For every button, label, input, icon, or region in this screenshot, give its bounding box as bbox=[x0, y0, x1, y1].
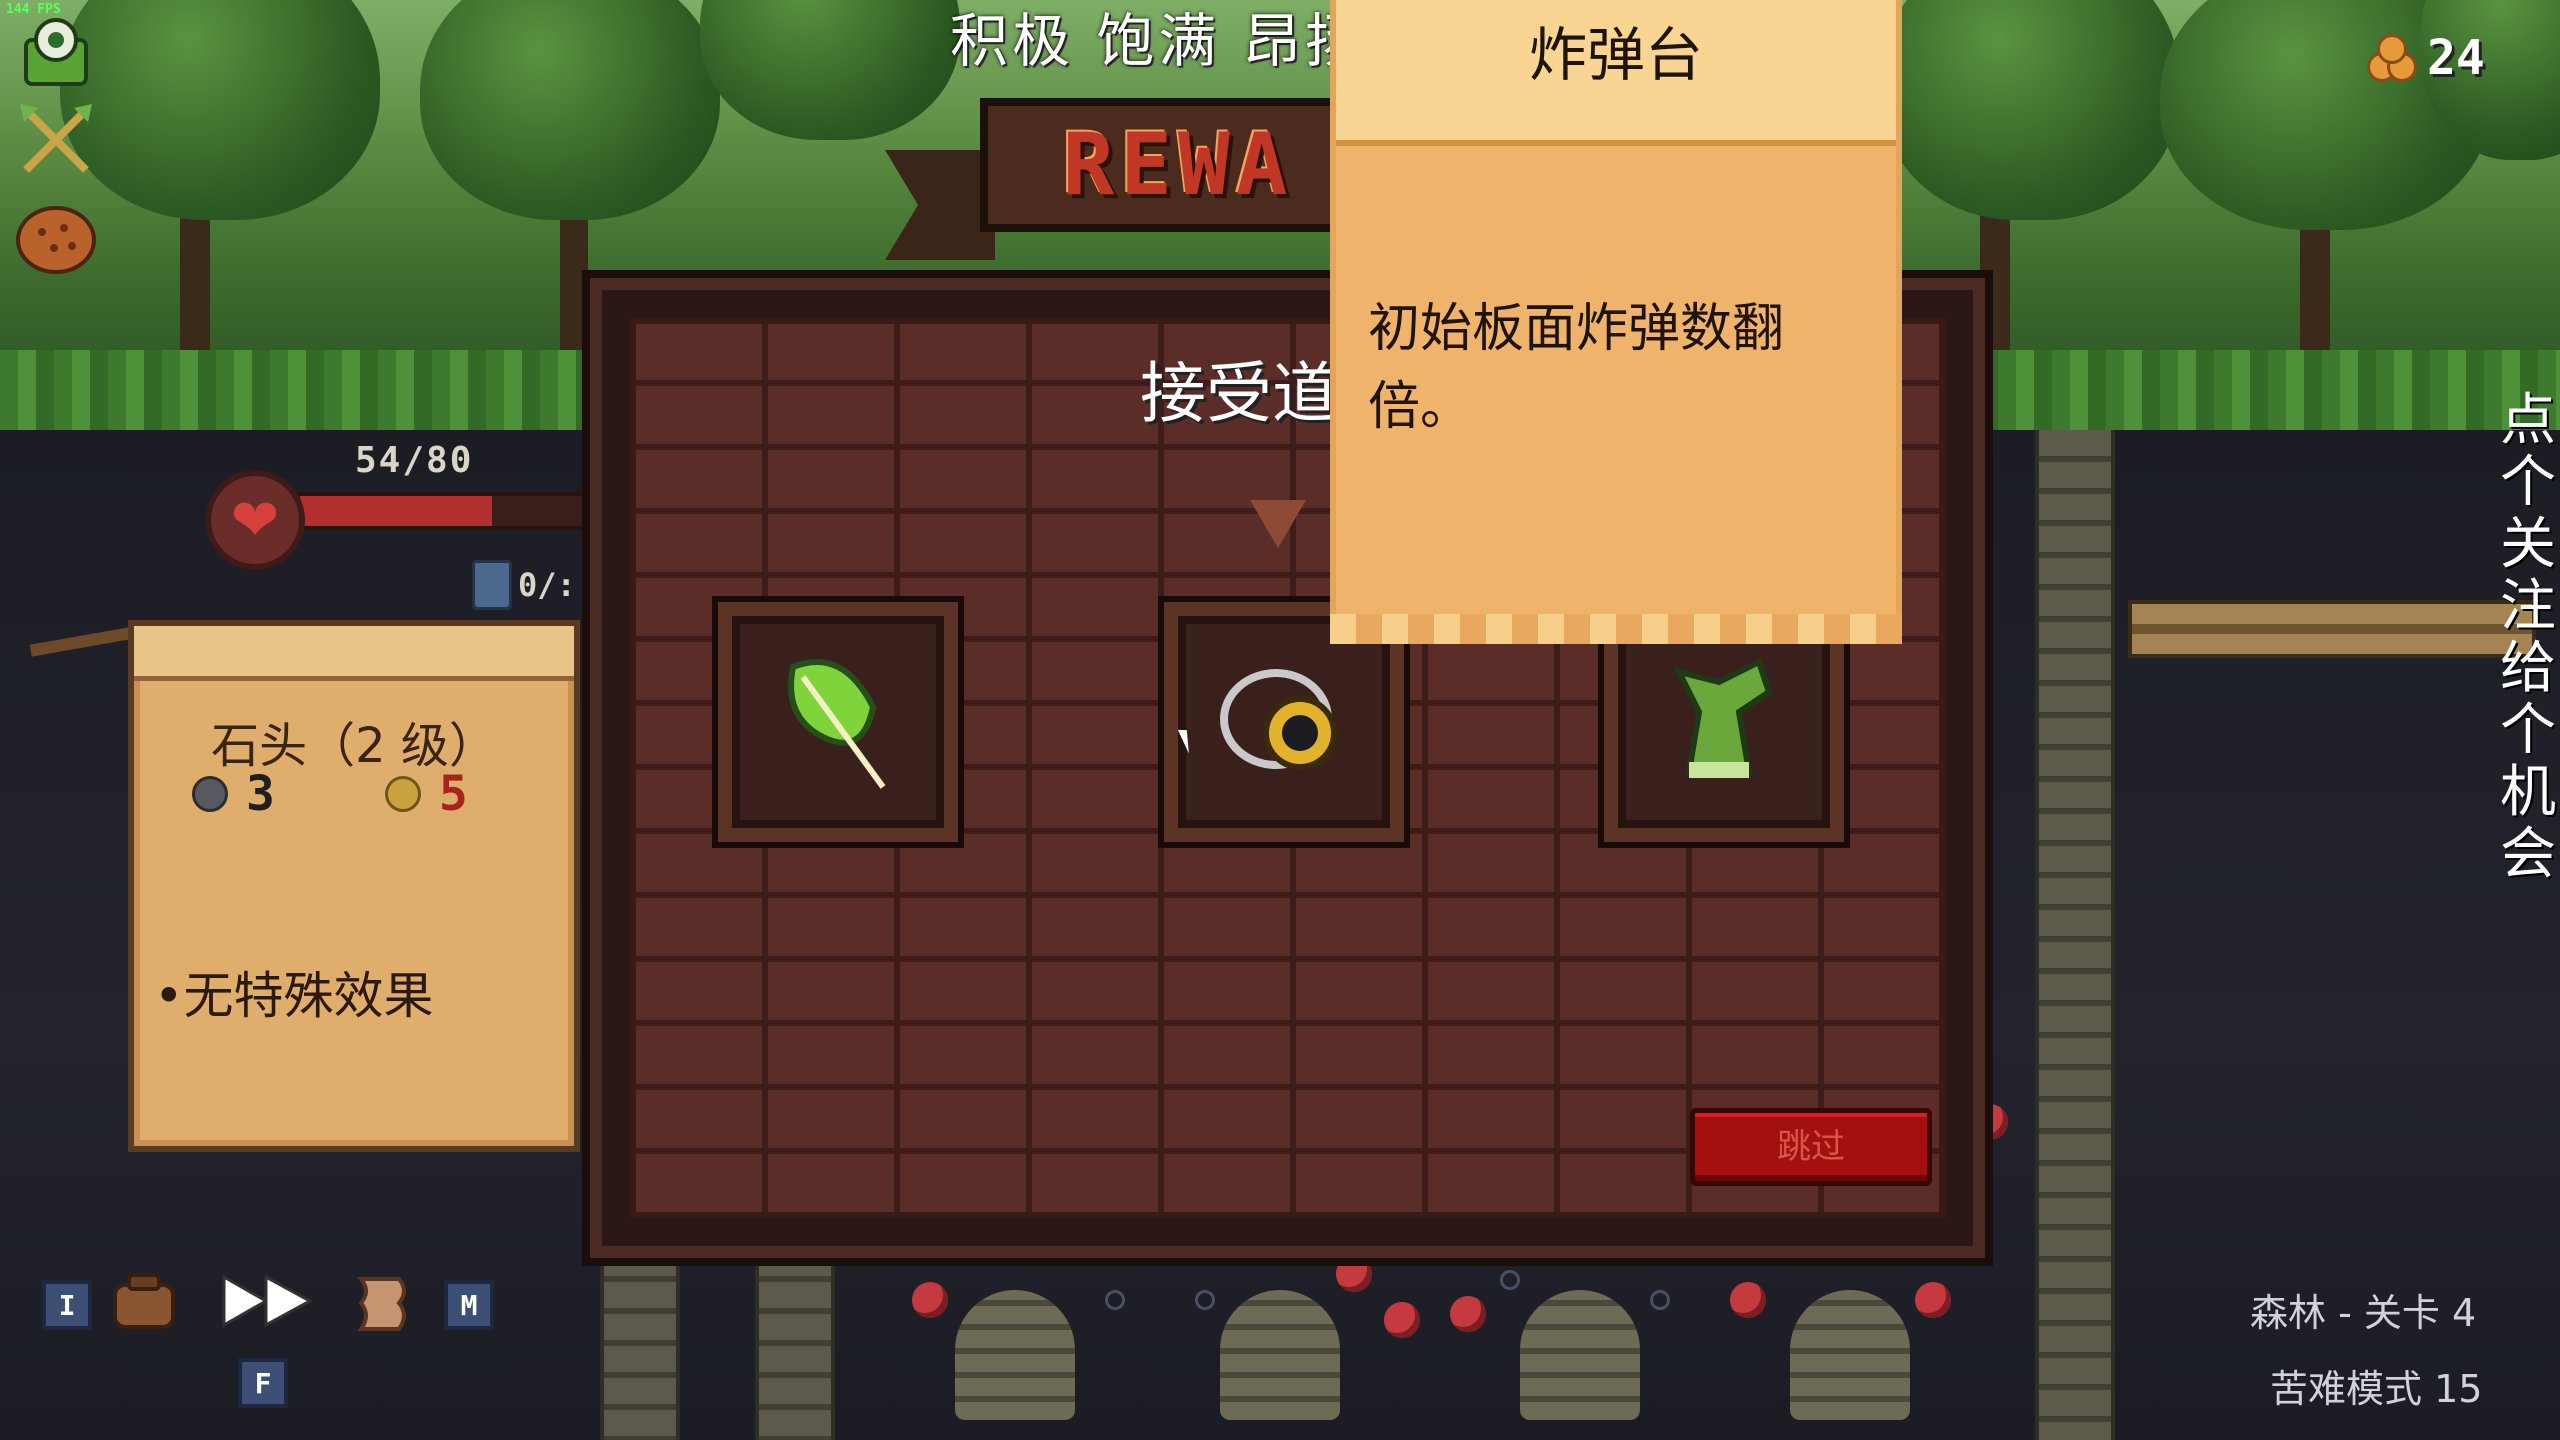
backpack-icon[interactable] bbox=[108, 1270, 180, 1332]
crossed-arrows-icon[interactable] bbox=[12, 100, 100, 180]
coin-counter: 24 bbox=[2365, 30, 2485, 86]
fast-key-button[interactable]: F bbox=[238, 1358, 288, 1408]
info-card-effect: •无特殊效果 bbox=[154, 967, 434, 1025]
reward-slot-leaf[interactable] bbox=[712, 596, 964, 848]
eye-monster-icon[interactable] bbox=[12, 10, 100, 90]
fast-forward-icon[interactable] bbox=[218, 1270, 318, 1332]
tooltip-title: 炸弹台 bbox=[1528, 21, 1703, 89]
skip-button[interactable]: 跳过 bbox=[1690, 1108, 1932, 1186]
tooltip-description: 初始板面炸弹数翻倍。 bbox=[1368, 299, 1785, 437]
side-promo-text: 点个关注，给个机会 bbox=[2500, 388, 2560, 887]
difficulty-label: 苦难模式 15 bbox=[2270, 1367, 2483, 1411]
reward-prompt: 接受道 bbox=[1140, 355, 1338, 432]
gold-coin-icon bbox=[384, 776, 421, 812]
map-key-button[interactable]: M bbox=[444, 1280, 494, 1330]
coins-icon bbox=[2365, 32, 2417, 84]
wooden-plank bbox=[2128, 600, 2536, 658]
bomb-amulet-icon bbox=[1220, 669, 1337, 770]
gray-gem-icon bbox=[192, 776, 228, 812]
cookie-icon[interactable] bbox=[12, 200, 100, 280]
discard-count: 0/: bbox=[518, 566, 576, 604]
trash-icon bbox=[472, 560, 512, 610]
inventory-key-button[interactable]: I bbox=[42, 1280, 92, 1330]
green-goblin-statue-icon bbox=[1673, 657, 1773, 778]
coin-count: 24 bbox=[2427, 30, 2485, 86]
selection-arrow-icon bbox=[1250, 500, 1306, 548]
item-tooltip: 炸弹台 初始板面炸弹数翻倍。 bbox=[1330, 0, 1902, 644]
hp-bar-fill bbox=[300, 496, 493, 526]
discard-counter[interactable]: 0/: bbox=[472, 560, 576, 610]
stat-gray-value: 3 bbox=[246, 766, 275, 822]
green-leaf-icon bbox=[788, 659, 886, 789]
info-card: 石头（2 级） 3 5 •无特殊效果 bbox=[128, 620, 580, 1152]
scroll-map-icon[interactable] bbox=[352, 1270, 418, 1338]
reward-banner-text: REWA bbox=[1062, 115, 1294, 215]
stat-row: 3 5 bbox=[192, 766, 578, 822]
heart-icon: ❤ bbox=[205, 470, 305, 570]
hp-text: 54/80 bbox=[355, 440, 474, 481]
reward-banner: REWA bbox=[980, 98, 1376, 232]
hp-bar bbox=[296, 492, 589, 530]
level-name: 森林 - 关卡 4 bbox=[2250, 1291, 2477, 1335]
stat-gold-value: 5 bbox=[438, 766, 468, 822]
